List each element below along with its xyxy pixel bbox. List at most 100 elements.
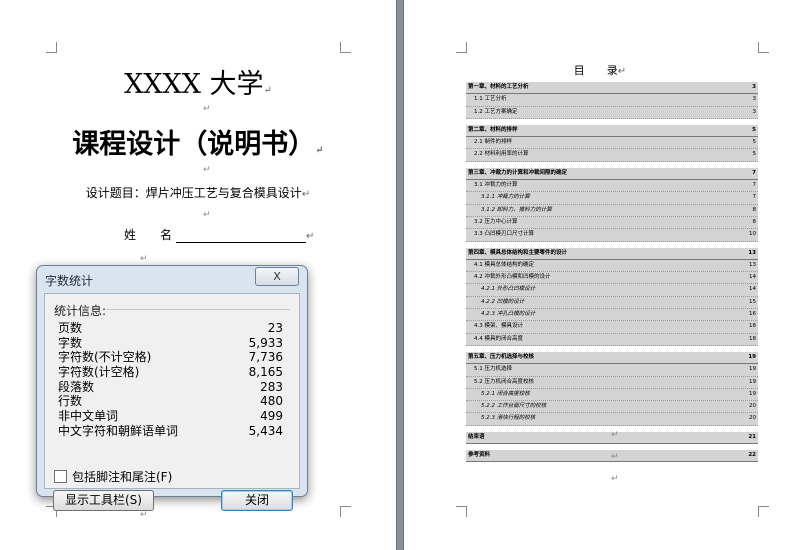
paragraph-mark-icon: ↵ [306, 231, 315, 242]
toc-entry[interactable]: 3.3 凸凹模刃口尺寸计算 10 [466, 229, 758, 242]
toc-entry[interactable]: 3.1 冲裁力的计算 7 [466, 180, 758, 193]
toc-entry-text: 2.2 材料利用率的计算 [474, 151, 529, 158]
include-footnotes-checkbox[interactable] [54, 470, 67, 483]
toc-entry-page: 19 [749, 366, 756, 373]
paragraph-mark-icon: ↵ [611, 452, 619, 462]
toc-entry-page: 7 [752, 169, 756, 176]
toc-entry[interactable]: 3.1.1 冲裁力的计算 7 [466, 192, 758, 205]
toc-entry-page: 8 [752, 206, 757, 213]
toc-entry-text: 3.1 冲裁力的计算 [474, 182, 518, 189]
stat-value: 499 [260, 409, 283, 424]
toc-entry-page: 22 [748, 452, 756, 459]
toc-entry[interactable]: 第三章、冲裁力的计算和冲裁间隙的确定 7 [466, 167, 758, 181]
toc-entry-page: 10 [749, 231, 756, 238]
toc-entry-page: 20 [749, 403, 756, 410]
toc-entry-text: 4.2.3 冲孔凸模的设计 [481, 311, 536, 318]
toc-entry-text: 4.2.1 外形凸凹模设计 [481, 286, 536, 293]
toc-entry[interactable]: 2.1 制件的排样 5 [466, 137, 758, 150]
stat-row: 页数 23 [58, 321, 283, 336]
toc-entry-page: 3 [752, 96, 757, 103]
stat-row: 字符数(不计空格) 7,736 [58, 350, 283, 365]
toc-entry[interactable]: 5.2.3 滑块行程的校核 20 [466, 413, 758, 426]
crop-mark-top-left [456, 42, 467, 53]
toc-entry-page: 13 [748, 249, 756, 256]
toc-entry-page: 16 [749, 311, 756, 318]
close-icon: X [273, 270, 281, 283]
toc-entry[interactable]: 4.2.3 冲孔凸模的设计 16 [466, 309, 758, 322]
toc-entry-text: 第五章、压力机选择与校核 [468, 353, 535, 360]
toc-entry[interactable]: 4.2.1 外形凸凹模设计 14 [466, 284, 758, 297]
word-count-dialog[interactable]: 字数统计 X 统计信息: 页数 23 字数 5,933 字符数(不计空格) 7,736 字符… [36, 265, 308, 511]
toc-entry[interactable]: 4.2.2 凹模的设计 15 [466, 296, 758, 310]
toc-entry[interactable]: 5.2.1 闭合高度校核 19 [466, 388, 758, 402]
stat-label: 字符数(计空格) [58, 365, 140, 380]
toc-entry-page: 19 [749, 390, 756, 397]
toc-entry[interactable]: 4.1 模具总体结构的确定 13 [466, 259, 758, 273]
toc-entry-text: 3.1.1 冲裁力的计算 [481, 194, 530, 201]
toc-entry[interactable]: 3.1.2 卸料力、推料力的计算 8 [466, 204, 758, 217]
name-field-row: 姓 名 ↵ [124, 226, 314, 243]
document-page-toc[interactable]: 目 录↵ 第一章、材料的工艺分析 3 1.1 工艺分析 3 1.2 工艺方案确定 3 第二章… [404, 0, 796, 550]
stat-value: 7,736 [248, 350, 283, 365]
paragraph-mark-icon: ↵ [203, 210, 211, 220]
toc-entry[interactable]: 第五章、压力机选择与校核 19 [466, 351, 758, 365]
stat-label: 页数 [58, 321, 83, 335]
stat-label: 段落数 [58, 379, 95, 394]
stat-row: 字符数(计空格) 8,165 [58, 365, 283, 380]
toc-entry[interactable]: 4.3 模架、模具设计 18 [466, 321, 758, 334]
toc-entry-page: 19 [748, 353, 756, 360]
toc-entry[interactable]: 4.4 模具的闭合高度 18 [466, 333, 758, 346]
toc-entry[interactable]: 第四章、模具总体结构和主要零件的设计 13 [466, 247, 758, 260]
stat-row: 字数 5,933 [58, 336, 283, 351]
toc-entry-text: 4.4 模具的闭合高度 [474, 335, 523, 342]
stat-value: 5,933 [248, 335, 283, 350]
stat-label: 字符数(不计空格) [58, 350, 152, 365]
toc-entry-page: 15 [749, 298, 756, 305]
toc-entry-page: 5 [752, 151, 757, 158]
design-subtitle: 设计题目：焊片冲压工艺与复合模具设计↵ [85, 186, 311, 200]
main-title: 课程设计（说明书）↵ [72, 129, 324, 160]
toc-entry[interactable]: 5.2.2 工作台面尺寸的校核 20 [466, 401, 758, 414]
paragraph-mark-icon: ↵ [263, 85, 272, 96]
include-footnotes-label: 包括脚注和尾注(F) [72, 470, 173, 484]
toc-entry[interactable]: 5.1 压力机选择 19 [466, 364, 758, 377]
toc-entry[interactable]: 第一章、材料的工艺分析 3 [466, 82, 758, 95]
toc-entry[interactable]: 4.2 冲裁外形凸模和凹模的设计 14 [466, 272, 758, 285]
dialog-client-area: 统计信息: 页数 23 字数 5,933 字符数(不计空格) 7,736 字符数(计空格) 8… [44, 293, 300, 511]
crop-mark-top-left [46, 42, 57, 53]
toc-entry[interactable]: 1.2 工艺方案确定 3 [466, 106, 758, 119]
toc-entry-text: 3.2 压力中心计算 [474, 218, 518, 225]
close-button[interactable]: 关闭 [221, 490, 293, 511]
include-footnotes-option[interactable]: 包括脚注和尾注(F) [54, 468, 172, 485]
dialog-title: 字数统计 [45, 274, 94, 288]
toc-entry-text: 4.2.2 凹模的设计 [481, 298, 525, 305]
toc-entry-text: 第四章、模具总体结构和主要零件的设计 [468, 249, 568, 256]
group-divider [107, 309, 290, 310]
toc-entry[interactable]: 1.1 工艺分析 3 [466, 94, 758, 107]
toc-entry[interactable]: 5.2 压力机闭合高度校核 19 [466, 376, 758, 389]
paragraph-mark-icon: ↵ [140, 510, 148, 520]
toc-entry-text: 5.2.2 工作台面尺寸的校核 [481, 403, 547, 410]
paragraph-mark-icon: ↵ [203, 165, 211, 175]
toc-entry-text: 4.2 冲裁外形凸模和凹模的设计 [474, 274, 551, 281]
toc-entry-page: 13 [749, 261, 756, 268]
crop-mark-bottom-right [758, 506, 769, 517]
show-toolbar-button[interactable]: 显示工具栏(S) [53, 490, 154, 511]
toc-entry-text: 5.2.3 滑块行程的校核 [481, 415, 536, 422]
toc-entry-text: 5.2 压力机闭合高度校核 [474, 378, 534, 385]
stat-row: 段落数 283 [58, 380, 283, 395]
table-of-contents: 第一章、材料的工艺分析 3 1.1 工艺分析 3 1.2 工艺方案确定 3 第二章、材料的排… [466, 82, 758, 463]
toc-entry-page: 3 [752, 84, 756, 90]
toc-entry[interactable]: 第二章、材料的排样 5 [466, 124, 758, 138]
dialog-close-button[interactable]: X [255, 267, 299, 286]
stat-value: 283 [260, 379, 283, 394]
toc-entry[interactable]: 3.2 压力中心计算 8 [466, 216, 758, 230]
toc-entry-text: 1.1 工艺分析 [474, 96, 507, 103]
crop-mark-bottom-left [456, 506, 467, 517]
stat-value: 480 [260, 394, 283, 409]
toc-entry-text: 1.2 工艺方案确定 [474, 108, 518, 115]
stat-value: 8,165 [248, 365, 283, 380]
toc-entry[interactable]: 2.2 材料利用率的计算 5 [466, 149, 758, 162]
toc-entry-text: 5.2.1 闭合高度校核 [481, 390, 530, 397]
paragraph-mark-icon: ↵ [611, 430, 619, 440]
